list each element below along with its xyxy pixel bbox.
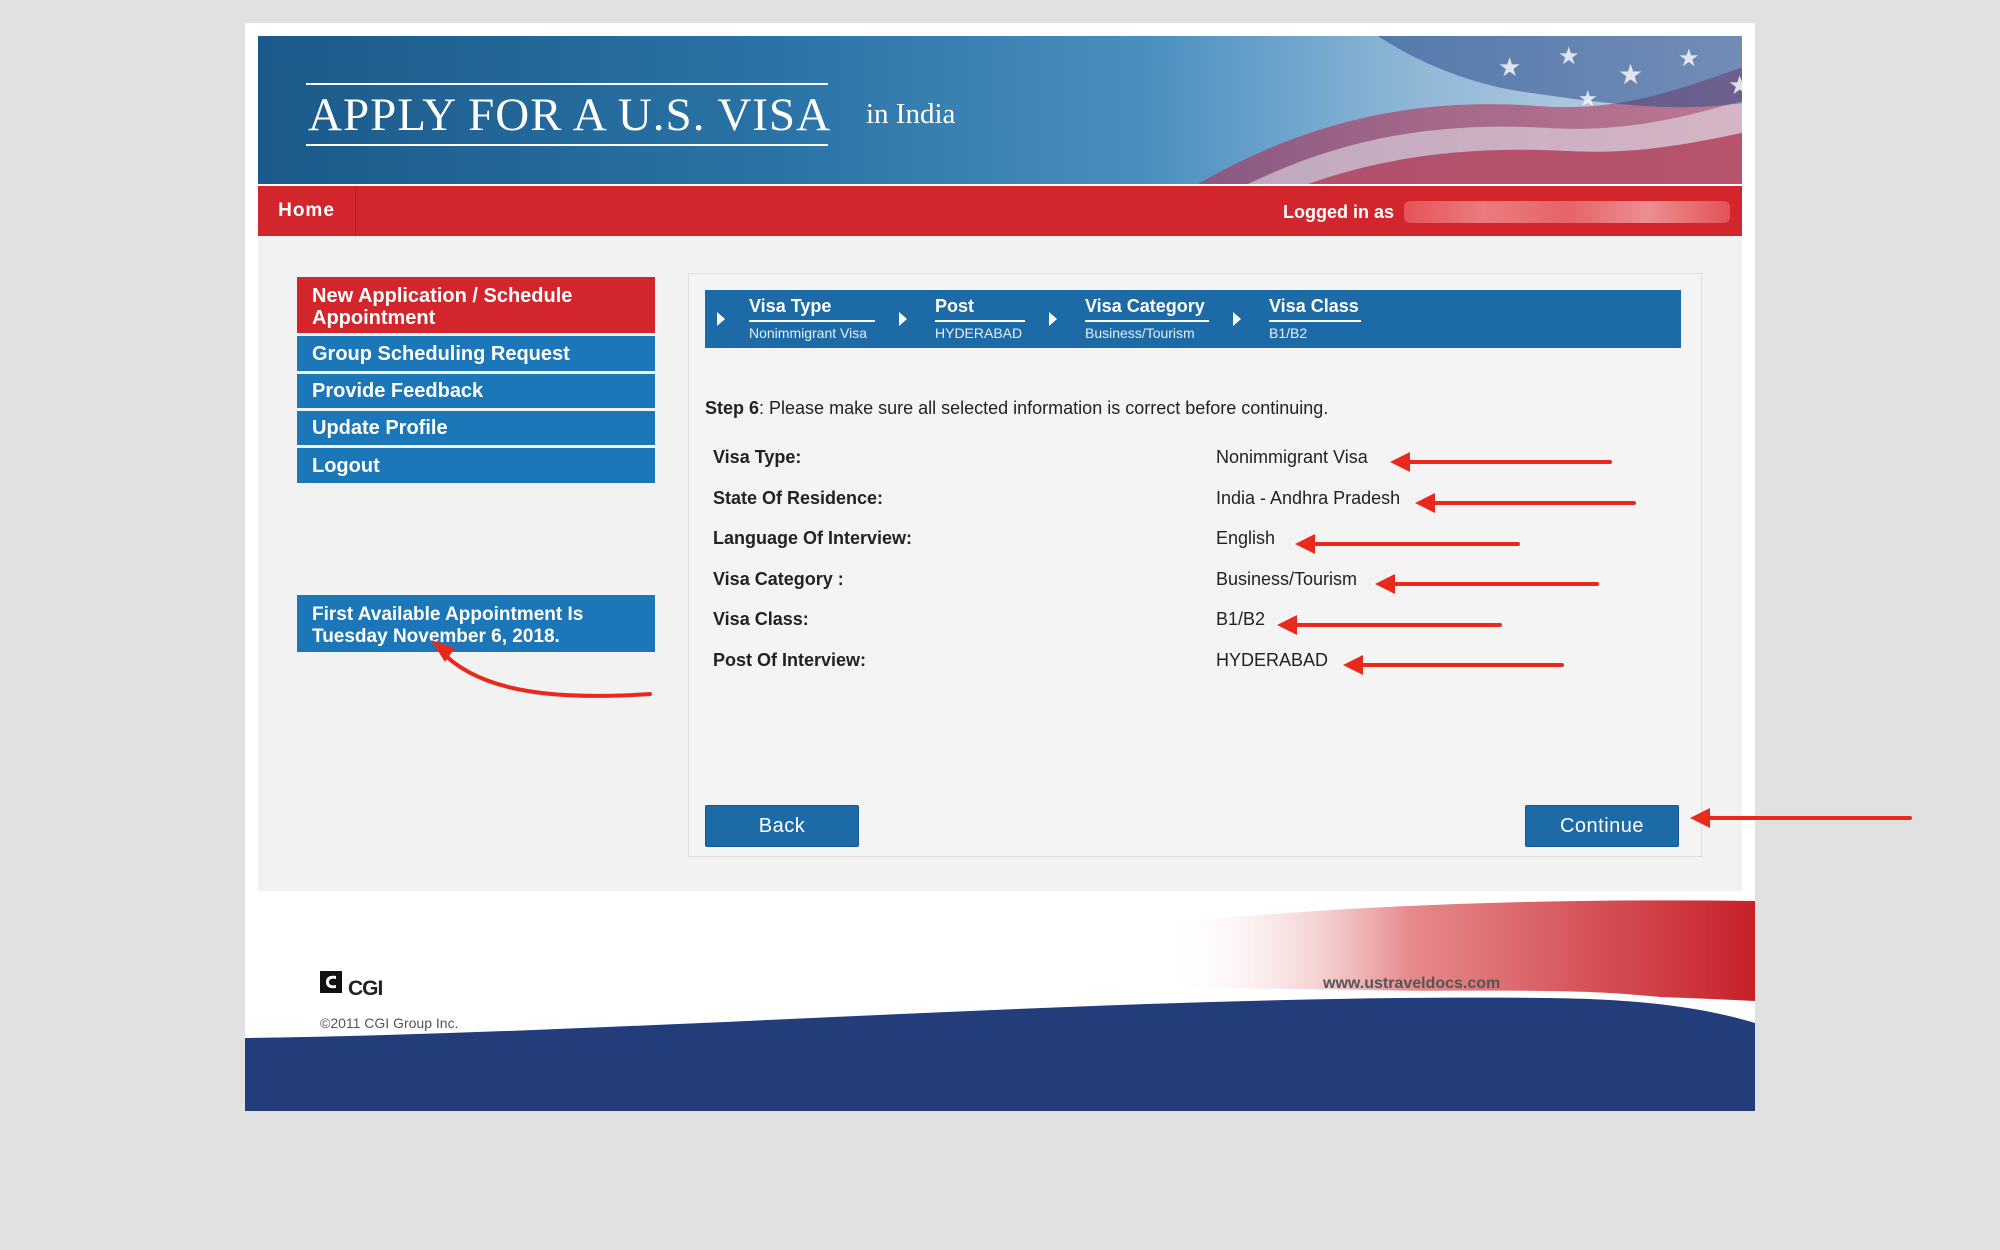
site-title: APPLY FOR A U.S. VISA	[308, 89, 832, 141]
sidebar-item-update-profile[interactable]: Update Profile	[297, 411, 655, 445]
summary-label-visa-class: Visa Class:	[713, 609, 809, 629]
step-text: : Please make sure all selected informat…	[759, 398, 1329, 418]
nav-home-link[interactable]: Home	[258, 186, 356, 236]
svg-text:★: ★	[1498, 52, 1521, 82]
summary-label-visa-type: Visa Type:	[713, 447, 802, 467]
svg-text:★: ★	[1678, 45, 1700, 72]
summary-label-state: State Of Residence:	[713, 488, 884, 508]
step-rule	[1085, 320, 1209, 322]
breadcrumb-step-title: Post	[935, 296, 975, 316]
page: ★ ★ ★ ★ ★ ★ APPLY FOR A U.S. VISA in Ind…	[245, 23, 1755, 1111]
svg-text:★: ★	[1578, 86, 1598, 111]
step-arrow-icon	[1233, 312, 1241, 326]
copyright: ©2011 CGI Group Inc.	[320, 1015, 459, 1031]
sidebar-item-feedback[interactable]: Provide Feedback	[297, 374, 655, 408]
top-nav: Home Logged in as	[258, 186, 1742, 236]
redacted-username	[1404, 201, 1730, 223]
breadcrumb-step-title: Visa Class	[1269, 296, 1359, 316]
confirmation-panel: Visa Type Nonimmigrant Visa Post HYDERAB…	[688, 273, 1702, 857]
footer-wave-graphic	[245, 900, 1755, 1111]
step-rule	[935, 320, 1025, 322]
step-arrow-icon	[717, 312, 725, 326]
title-rule-bottom	[306, 144, 828, 146]
us-flag-image: ★ ★ ★ ★ ★ ★	[1198, 36, 1742, 184]
step-rule	[1269, 320, 1361, 322]
sidebar-item-logout[interactable]: Logout	[297, 448, 655, 483]
site-country: in India	[866, 98, 956, 130]
summary-value-visa-category: Business/Tourism	[1216, 569, 1358, 589]
step-rule	[749, 320, 875, 322]
step-instruction: Step 6: Please make sure all selected in…	[705, 398, 1328, 419]
footer: CGI ©2011 CGI Group Inc. www.ustraveldoc…	[245, 891, 1755, 1111]
logged-in-label: Logged in as	[1282, 202, 1394, 222]
first-available-appointment: First Available Appointment Is Tuesday N…	[297, 595, 655, 652]
summary-label-visa-category: Visa Category :	[713, 569, 844, 589]
step-arrow-icon	[899, 312, 907, 326]
step-number: Step 6	[705, 398, 760, 418]
title-rule-top	[306, 83, 828, 85]
breadcrumb: Visa Type Nonimmigrant Visa Post HYDERAB…	[705, 290, 1681, 348]
summary-label-post: Post Of Interview:	[713, 650, 867, 670]
svg-text:★: ★	[1728, 70, 1742, 100]
cgi-logo-text: CGI	[348, 977, 383, 1000]
summary-value-visa-type: Nonimmigrant Visa	[1216, 447, 1368, 467]
breadcrumb-step-value: Business/Tourism	[1085, 325, 1195, 341]
sidebar-item-group-scheduling[interactable]: Group Scheduling Request	[297, 336, 655, 371]
footer-url[interactable]: www.ustraveldocs.com	[1323, 975, 1500, 993]
breadcrumb-step-title: Visa Category	[1085, 296, 1205, 316]
breadcrumb-step-value: Nonimmigrant Visa	[749, 325, 868, 341]
continue-button[interactable]: Continue	[1525, 805, 1679, 847]
svg-text:★: ★	[1558, 43, 1580, 70]
summary-value-post: HYDERABAD	[1216, 650, 1329, 670]
svg-text:★: ★	[1618, 59, 1643, 90]
breadcrumb-step-value: HYDERABAD	[935, 325, 1023, 341]
summary-value-state: India - Andhra Pradesh	[1216, 488, 1401, 508]
breadcrumb-step-title: Visa Type	[749, 296, 832, 316]
sidebar-item-new-application[interactable]: New Application / Schedule Appointment	[297, 277, 655, 333]
summary-value-language: English	[1216, 528, 1276, 548]
content-area: New Application / Schedule Appointment G…	[258, 236, 1742, 891]
back-button[interactable]: Back	[705, 805, 859, 847]
header-banner: ★ ★ ★ ★ ★ ★ APPLY FOR A U.S. VISA in Ind…	[258, 36, 1742, 184]
step-arrow-icon	[1049, 312, 1057, 326]
summary-label-language: Language Of Interview:	[713, 528, 913, 548]
summary-value-visa-class: B1/B2	[1216, 609, 1266, 629]
breadcrumb-step-value: B1/B2	[1269, 325, 1308, 341]
